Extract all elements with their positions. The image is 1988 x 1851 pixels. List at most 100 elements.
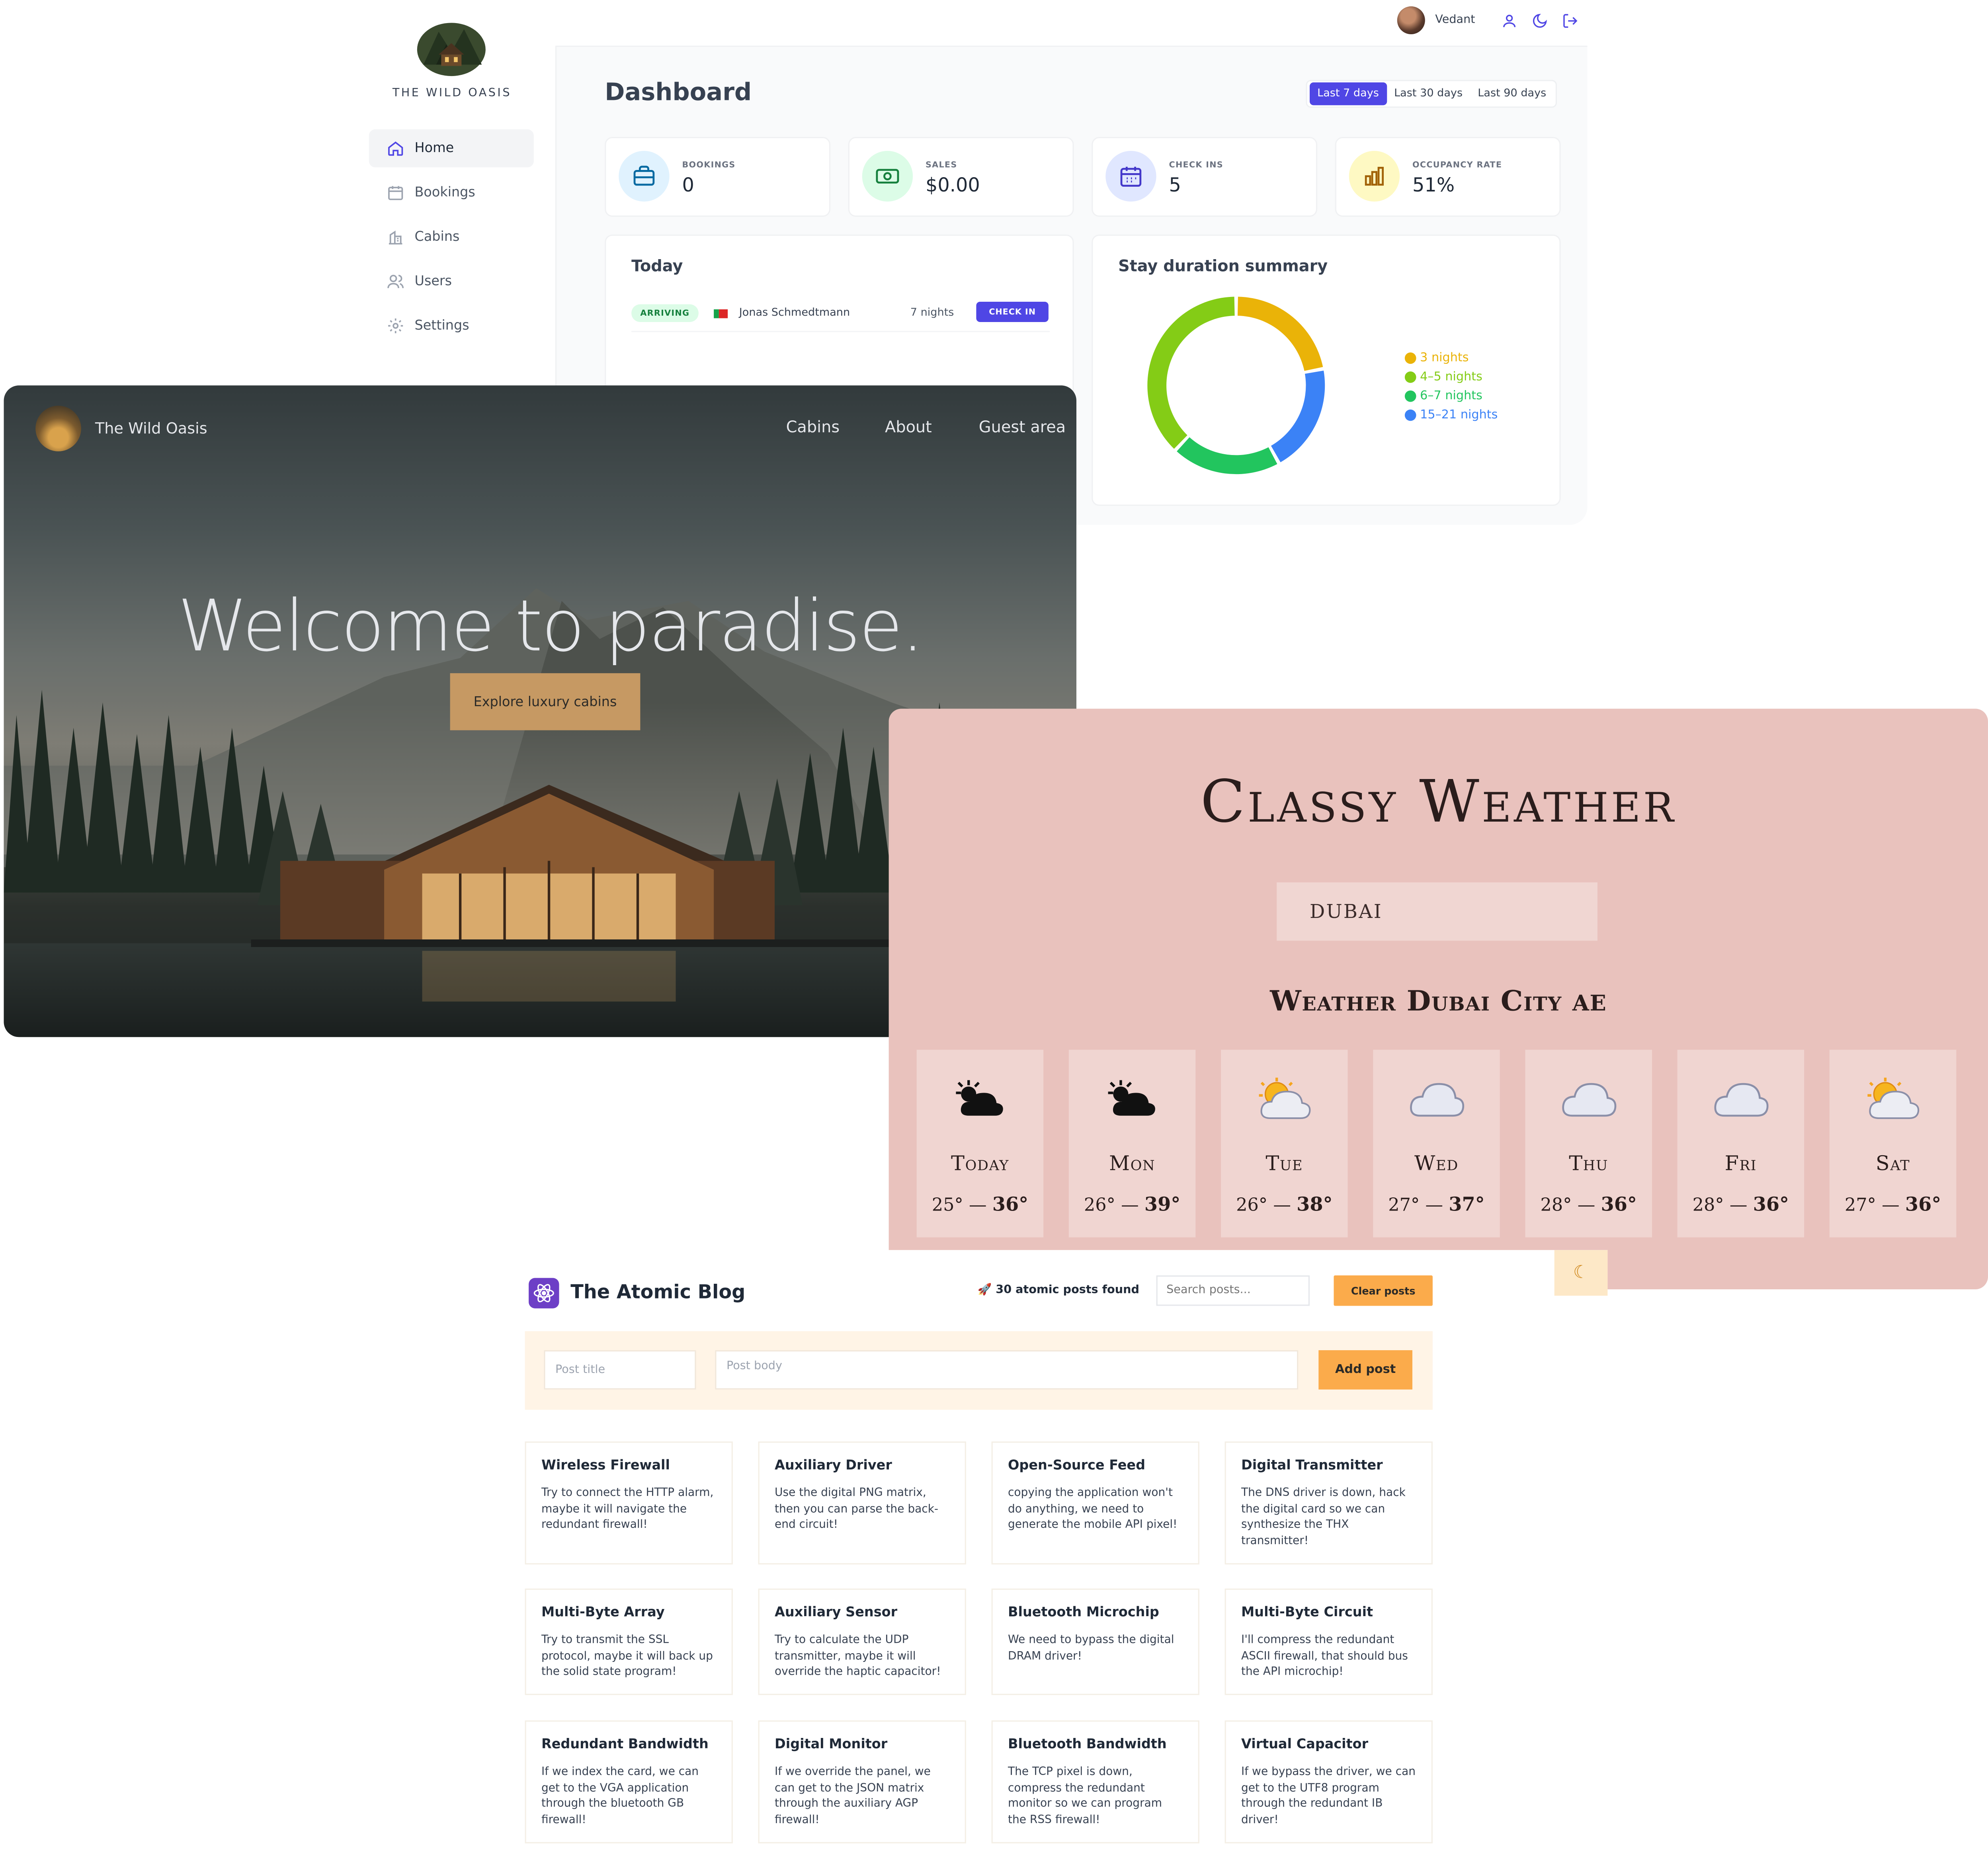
sidebar-item-settings[interactable]: Settings xyxy=(369,307,534,345)
donut-slice-6-7-nights xyxy=(1177,437,1277,474)
donut-slice-3-nights xyxy=(1237,297,1323,371)
chart-bar-icon xyxy=(1349,151,1400,202)
post-title: Redundant Bandwidth xyxy=(541,1737,709,1752)
calendar-days-icon xyxy=(1105,151,1156,202)
explore-cabins-button[interactable]: Explore luxury cabins xyxy=(450,673,641,730)
post-card: Wireless Firewall Try to connect the HTTP… xyxy=(525,1441,733,1565)
forecast-day: Today 25° — 36° xyxy=(916,1050,1044,1238)
post-title: Virtual Capacitor xyxy=(1241,1737,1369,1752)
stay-duration-panel: Stay duration summary 3 nights 4–5 night… xyxy=(1092,234,1561,506)
min-temp: 28° xyxy=(1692,1195,1724,1216)
max-temp: 36° xyxy=(1601,1193,1637,1216)
post-body: Try to connect the HTTP alarm, maybe it … xyxy=(541,1487,714,1532)
post-card: Multi-Byte Array Try to transmit the SSL … xyxy=(525,1588,733,1695)
legend-label: 3 nights xyxy=(1420,351,1469,365)
atomic-blog-app: The Atomic Blog 🚀 30 atomic posts found … xyxy=(348,1250,1608,1851)
top-bar xyxy=(555,0,1588,47)
min-temp: 26° xyxy=(1236,1195,1268,1216)
day-name: Tue xyxy=(1265,1151,1303,1175)
calendar-icon xyxy=(387,184,404,202)
post-card: Bluetooth Bandwidth The TCP pixel is down… xyxy=(991,1720,1199,1843)
max-temp: 37° xyxy=(1449,1193,1485,1216)
legend-label: 15–21 nights xyxy=(1420,408,1498,422)
post-title: Multi-Byte Array xyxy=(541,1605,665,1621)
hero-heading: Welcome to paradise. xyxy=(178,586,924,668)
rocket-icon: 🚀 xyxy=(977,1284,992,1297)
app-title: Classy Weather xyxy=(1200,767,1676,836)
temperature-range: 26° — 39° xyxy=(1084,1193,1181,1216)
sidebar-item-users[interactable]: Users xyxy=(369,262,534,301)
filter-last-90-days[interactable]: Last 90 days xyxy=(1470,82,1554,105)
portugal-flag-icon xyxy=(714,309,728,318)
stay-nights: 7 nights xyxy=(910,307,954,320)
post-card: Multi-Byte Circuit I'll compress the redu… xyxy=(1224,1588,1433,1695)
post-title: Auxiliary Sensor xyxy=(774,1605,898,1621)
sidebar-item-home[interactable]: Home xyxy=(369,129,534,168)
min-temp: 26° xyxy=(1084,1195,1115,1216)
moon-icon[interactable] xyxy=(1531,13,1548,29)
nav-guest-area[interactable]: Guest area xyxy=(979,417,1066,436)
atom-icon xyxy=(529,1278,559,1308)
status-badge: ARRIVING xyxy=(631,304,699,322)
post-card: Redundant Bandwidth If we index the card,… xyxy=(525,1720,733,1843)
post-card: Auxiliary Sensor Try to calculate the UDP… xyxy=(758,1588,966,1695)
post-title: Bluetooth Bandwidth xyxy=(1008,1737,1167,1752)
brand-name[interactable]: The Wild Oasis xyxy=(95,420,207,437)
post-title-input[interactable]: Post title xyxy=(544,1350,696,1390)
forecast-heading: Weather Dubai City AE xyxy=(889,985,1988,1018)
wild-oasis-logo xyxy=(417,23,486,76)
post-card: Bluetooth Microchip We need to bypass the… xyxy=(991,1588,1199,1695)
post-body-textarea[interactable]: Post body xyxy=(715,1350,1299,1390)
legend-label: 6–7 nights xyxy=(1420,389,1482,403)
avatar[interactable] xyxy=(1397,6,1425,34)
day-name: Sat xyxy=(1875,1151,1910,1175)
post-title: Digital Monitor xyxy=(774,1737,888,1752)
forecast-day: Fri 28° — 36° xyxy=(1677,1050,1804,1238)
brand-name: THE WILD OASIS xyxy=(392,87,512,100)
check-in-button[interactable]: CHECK IN xyxy=(976,302,1049,322)
day-name: Thu xyxy=(1569,1151,1609,1175)
sidebar-item-label: Home xyxy=(414,141,454,156)
sidebar-item-bookings[interactable]: Bookings xyxy=(369,174,534,212)
post-title: Auxiliary Driver xyxy=(774,1458,892,1473)
post-title: Bluetooth Microchip xyxy=(1008,1605,1159,1621)
legend-item: 6–7 nights xyxy=(1404,387,1498,406)
filter-last-30-days[interactable]: Last 30 days xyxy=(1387,82,1470,105)
dark-mode-toggle[interactable]: ☾ xyxy=(1554,1250,1608,1296)
day-name: Today xyxy=(951,1151,1009,1175)
post-card: Digital Transmitter The DNS driver is dow… xyxy=(1224,1441,1433,1565)
temperature-range: 28° — 36° xyxy=(1692,1193,1789,1216)
post-body: The TCP pixel is down, compress the redu… xyxy=(1008,1766,1162,1826)
stat-check-ins: CHECK INS 5 xyxy=(1092,137,1318,217)
post-body: If we override the panel, we can get to … xyxy=(774,1766,931,1826)
cloud-icon xyxy=(1677,1078,1804,1128)
add-post-button[interactable]: Add post xyxy=(1318,1350,1412,1390)
stat-bookings: BOOKINGS 0 xyxy=(605,137,831,217)
forecast-location: Weather Dubai City xyxy=(1270,985,1562,1018)
legend-item: 3 nights xyxy=(1404,349,1498,368)
day-name: Mon xyxy=(1109,1151,1156,1175)
briefcase-icon xyxy=(619,151,670,202)
post-title: Wireless Firewall xyxy=(541,1458,670,1473)
sidebar-item-label: Users xyxy=(414,273,452,289)
donut-slice-15-21-nights xyxy=(1271,371,1325,463)
wild-oasis-logo[interactable] xyxy=(35,406,81,451)
post-body: Try to transmit the SSL protocol, maybe … xyxy=(541,1634,713,1679)
nav-cabins[interactable]: Cabins xyxy=(786,417,840,436)
min-temp: 25° xyxy=(932,1195,963,1216)
max-temp: 36° xyxy=(992,1193,1029,1216)
search-input[interactable] xyxy=(1156,1275,1310,1306)
sidebar-item-cabins[interactable]: Cabins xyxy=(369,218,534,256)
filter-last-7-days[interactable]: Last 7 days xyxy=(1310,82,1387,105)
date-range-filter: Last 7 days Last 30 days Last 90 days xyxy=(1306,80,1557,108)
guest-name: Jonas Schmedtmann xyxy=(739,307,850,320)
user-name: Vedant xyxy=(1435,14,1475,27)
today-title: Today xyxy=(631,256,683,275)
logout-icon[interactable] xyxy=(1562,13,1578,29)
clear-posts-button[interactable]: Clear posts xyxy=(1334,1275,1433,1306)
country-code: AE xyxy=(1572,991,1607,1017)
nav-about[interactable]: About xyxy=(885,417,932,436)
location-input[interactable]: DUBAI xyxy=(1277,882,1597,941)
user-icon[interactable] xyxy=(1501,13,1517,29)
post-body: If we bypass the driver, we can get to t… xyxy=(1241,1766,1416,1826)
